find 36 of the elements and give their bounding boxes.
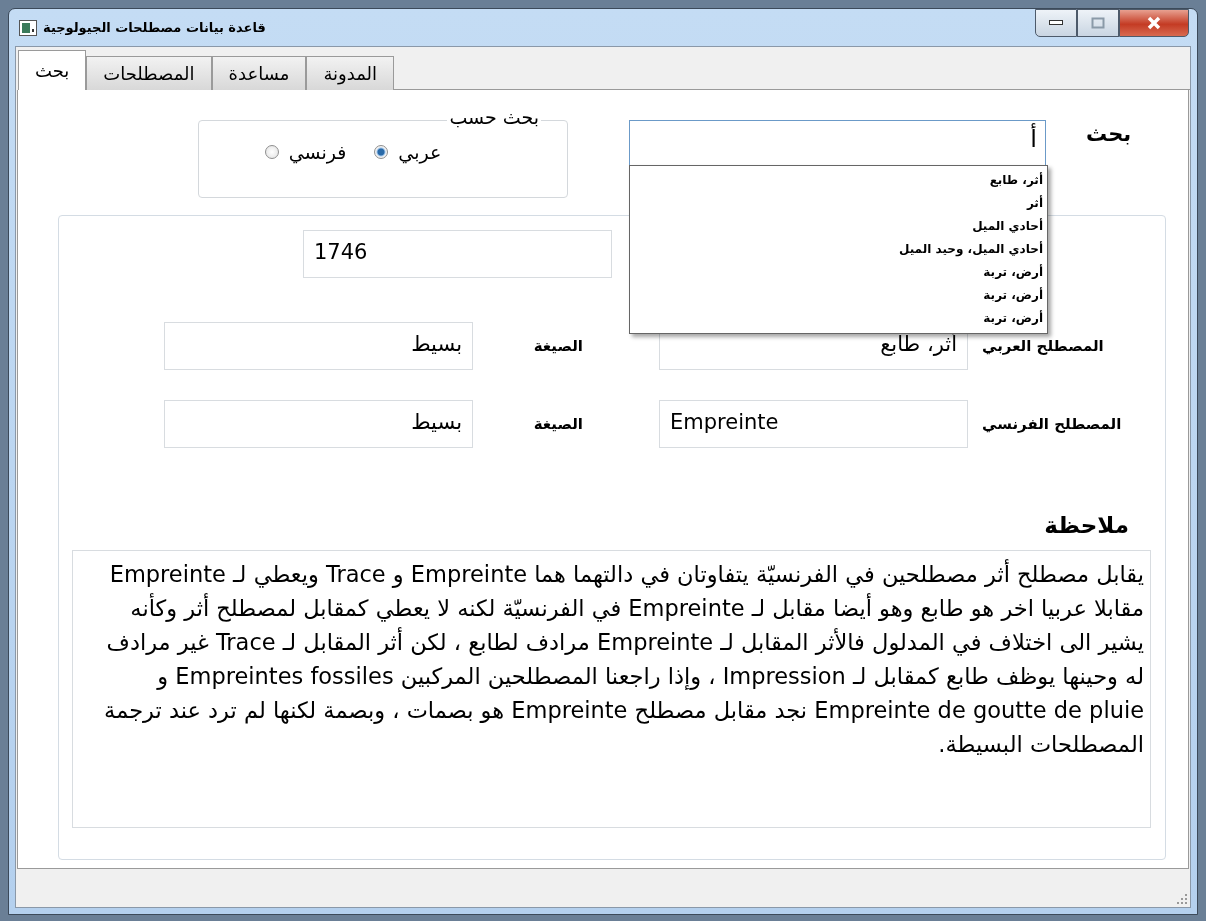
close-icon — [1146, 16, 1162, 30]
radio-button[interactable] — [264, 145, 279, 159]
radio-option[interactable]: عربي — [374, 141, 442, 163]
maximize-icon — [1091, 17, 1105, 29]
maximize-button[interactable] — [1077, 9, 1119, 37]
suggestion-item[interactable]: أرض، تربة — [983, 284, 1043, 307]
form-field[interactable]: بسيط — [164, 400, 473, 448]
suggestion-item[interactable]: أحادي الميل، وحيد الميل — [899, 238, 1043, 261]
tab[interactable]: المدونة — [306, 56, 395, 90]
tab[interactable]: مساعدة — [211, 56, 307, 90]
form-label: الصيغة — [532, 415, 583, 433]
radio-option[interactable]: فرنسي — [264, 141, 347, 163]
window-title: قاعدة بيانات مصطلحات الجيولوجية — [43, 20, 266, 35]
minimize-button[interactable] — [1035, 9, 1077, 37]
close-button[interactable] — [1119, 9, 1189, 37]
tab[interactable]: المصطلحات — [86, 56, 212, 90]
suggestion-item[interactable]: أثر — [1026, 192, 1043, 215]
form-label: الصيغة — [532, 337, 583, 355]
term-label: المصطلح الفرنسي — [982, 415, 1122, 433]
search-label: بحث — [1086, 122, 1132, 146]
search-field[interactable]: أ — [629, 120, 1046, 166]
resize-grip-icon[interactable] — [1176, 893, 1188, 905]
suggestion-item[interactable]: أرض، تربة — [983, 307, 1043, 330]
form-field[interactable]: بسيط — [164, 322, 473, 370]
suggestion-item[interactable]: أحادي الميل — [972, 215, 1043, 238]
suggestion-item[interactable]: أثر، طابع — [989, 169, 1043, 192]
tab[interactable]: بحث — [18, 50, 87, 90]
minimize-icon — [1049, 20, 1063, 26]
radio-button[interactable] — [374, 145, 389, 159]
id-field[interactable]: 1746 — [303, 230, 612, 278]
note-label: ملاحظة — [1044, 512, 1129, 538]
note-text: يقابل مصطلح أثر مصطلحين في الفرنسيّة يتفاوتان في دالتهما هما Empreinte و Trace ويعطي لـ Empreinte مقابلا عربيا اخر هو طابع وهو أيضا مقابل لـ Empreinte في الفرنسيّة لكنه لا يعطي كمقابل لمصطلح أثر وكأنه يشير الى اختلاف في المدلول فالأثر المقابل لـ Empreinte مرادف لطابع ، لكن أثر المقابل لـ Trace غير مرادف له وحينها يوظف طابع كمقابل لـ Impression ، وإذا راجعنا المصطلحين المركبين Empreintes fossiles و Empreinte de goutte de pluie نجد مقابل مصطلح Empreinte هو بصمات ، وبصمة لكنها لم ترد عند ترجمة المصطلحات البسيطة. — [72, 550, 1151, 828]
app-icon — [19, 19, 37, 36]
suggestion-item[interactable]: أرض، تربة — [983, 261, 1043, 284]
term-field[interactable]: Empreinte — [659, 400, 968, 448]
term-label: المصطلح العربي — [982, 337, 1104, 355]
